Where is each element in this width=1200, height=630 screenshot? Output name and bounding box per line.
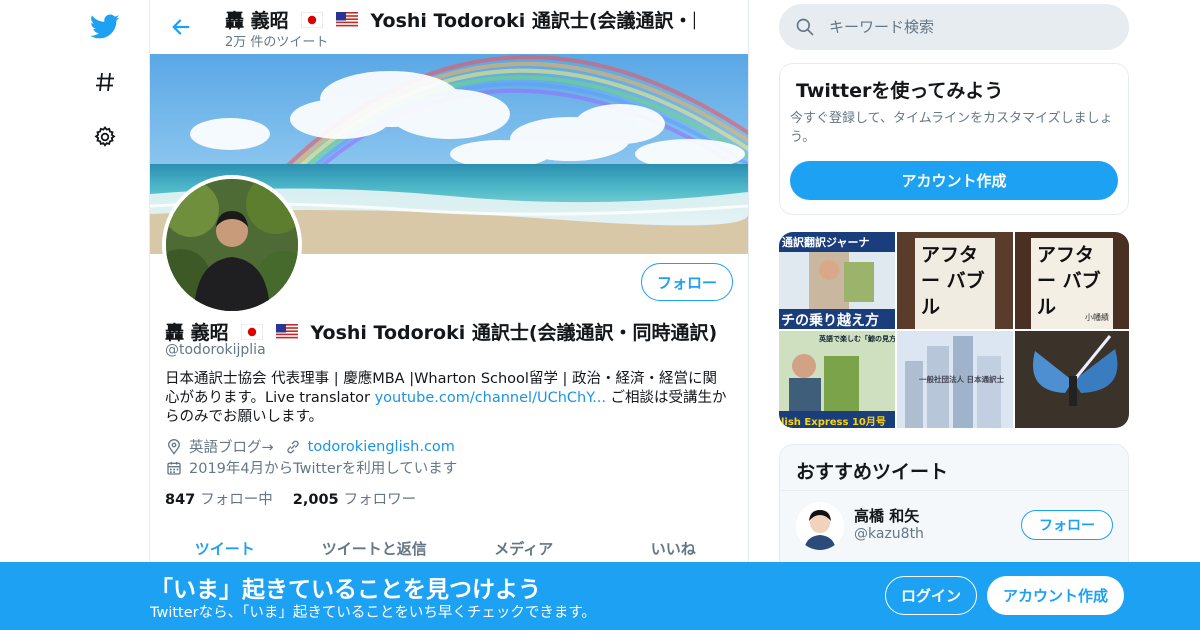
twitter-bird-icon[interactable] [88, 10, 122, 44]
signup-button[interactable]: アカウント作成 [987, 576, 1124, 615]
follow-button[interactable]: フォロー [641, 263, 733, 301]
signup-card-description: 今すぐ登録して、タイムラインをカスタマイズしましょう。 [790, 111, 1113, 145]
recommended-follow-button[interactable]: フォロー [1021, 510, 1113, 540]
prompt-title: 「いま」起きていることを見つけよう [150, 577, 541, 603]
profile-name: 轟 義昭 Yoshi Todoroki 通訳士(会議通訳・同時通訳) [165, 318, 717, 345]
search-box[interactable] [779, 4, 1129, 50]
gear-icon[interactable] [88, 120, 122, 154]
profile-column: 轟 義昭 Yoshi Todoroki 通訳士(会議通訳・同… 2万 件のツイー… [149, 0, 749, 630]
followers-count: 2,005 [292, 492, 339, 508]
usa-flag-icon [335, 11, 358, 33]
following-stat[interactable]: 847 フォロー中 [165, 488, 273, 509]
profile-meta-joined-row: 2019年4月からTwitterを利用しています [165, 457, 457, 478]
profile-avatar[interactable] [162, 175, 302, 315]
login-button[interactable]: ログイン [885, 576, 977, 615]
prompt-subtitle: Twitterなら、「いま」起きていることをいち早くチェックできます。 [150, 605, 596, 621]
media-tile-3-author: 小幡績 [1085, 313, 1109, 322]
media-tile-2-text: アフター バブル [921, 244, 985, 318]
followers-label: フォロワー [343, 492, 417, 508]
calendar-icon [165, 459, 183, 477]
signup-prompt-bar: 「いま」起きていることを見つけよう Twitterなら、「いま」起きていることを… [0, 562, 1200, 630]
header-name-suffix: Yoshi Todoroki 通訳士(会議通訳・同… [370, 10, 696, 32]
tweet-count: 2万 件のツイート [225, 35, 329, 50]
back-arrow-icon[interactable] [168, 14, 194, 40]
followers-stat[interactable]: 2,005 フォロワー [293, 488, 416, 509]
profile-joined-date: 2019年4月からTwitterを利用しています [189, 461, 458, 477]
media-tile-1-top-text: 通訳翻訳ジャーナ [782, 236, 870, 249]
japan-flag-icon [300, 11, 324, 33]
profile-bio: 日本通訳士協会 代表理事 | 慶應MBA |Wharton School留学 |… [165, 370, 730, 427]
media-tile-4-bottom-text: lish Express 10月号 [781, 417, 886, 428]
media-grid: 通訳翻訳ジャーナ チの乗り越え方 アフター バブル アフター バブル 小幡績 英… [779, 232, 1129, 428]
search-icon [795, 17, 815, 37]
signup-card: Twitterを使ってみよう 今すぐ登録して、タイムラインをカスタマイズしましょ… [779, 63, 1129, 215]
media-tile-6[interactable] [1015, 331, 1129, 428]
media-tile-3-text: アフター バブル [1037, 244, 1101, 318]
profile-header-bar: 轟 義昭 Yoshi Todoroki 通訳士(会議通訳・同… 2万 件のツイー… [150, 0, 748, 54]
usa-flag-icon [275, 323, 298, 345]
profile-name-suffix: Yoshi Todoroki 通訳士(会議通訳・同時通訳) [310, 322, 718, 344]
recommended-title: おすすめツイート [796, 461, 949, 483]
divider [780, 490, 1128, 491]
signup-card-title: Twitterを使ってみよう [796, 80, 1004, 102]
search-input[interactable] [829, 18, 1109, 36]
profile-meta-location-row: 英語ブログ→ todorokienglish.com [165, 436, 455, 457]
create-account-button[interactable]: アカウント作成 [790, 161, 1118, 200]
hashtag-icon[interactable] [88, 65, 122, 99]
media-tile-3[interactable]: アフター バブル 小幡績 [1015, 232, 1129, 329]
location-pin-icon [165, 438, 183, 456]
recommended-user-name[interactable]: 高橋 和矢 [854, 505, 919, 526]
profile-handle: @todorokijplia [165, 342, 266, 358]
recommended-user-handle: @kazu8th [854, 526, 924, 542]
media-tile-5[interactable]: 一般社団法人 日本通訳士 [897, 331, 1013, 428]
header-name-prefix: 轟 義昭 [225, 10, 289, 32]
left-nav [0, 0, 150, 630]
profile-website-link[interactable]: todorokienglish.com [308, 439, 455, 455]
link-icon [284, 438, 302, 456]
media-tile-1-bottom-text: チの乗り越え方 [781, 313, 879, 329]
media-tile-5-text: 一般社団法人 日本通訳士 [919, 375, 1005, 384]
profile-name-prefix: 轟 義昭 [165, 322, 229, 344]
media-tile-1[interactable]: 通訳翻訳ジャーナ チの乗り越え方 [779, 232, 895, 329]
media-tile-4-top-text: 英語で楽しむ「鯨の見方」 [819, 335, 895, 343]
following-count: 847 [165, 492, 196, 508]
profile-location: 英語ブログ→ [189, 440, 274, 456]
header-profile-name: 轟 義昭 Yoshi Todoroki 通訳士(会議通訳・同… [225, 6, 695, 33]
media-tile-2[interactable]: アフター バブル [897, 232, 1013, 329]
recommended-user-avatar[interactable] [796, 502, 844, 550]
media-tile-4[interactable]: 英語で楽しむ「鯨の見方」 lish Express 10月号 [779, 331, 895, 428]
profile-stats: 847 フォロー中 2,005 フォロワー [165, 488, 416, 509]
bio-youtube-link[interactable]: youtube.com/channel/UChChY... [375, 390, 606, 406]
following-label: フォロー中 [200, 492, 273, 508]
